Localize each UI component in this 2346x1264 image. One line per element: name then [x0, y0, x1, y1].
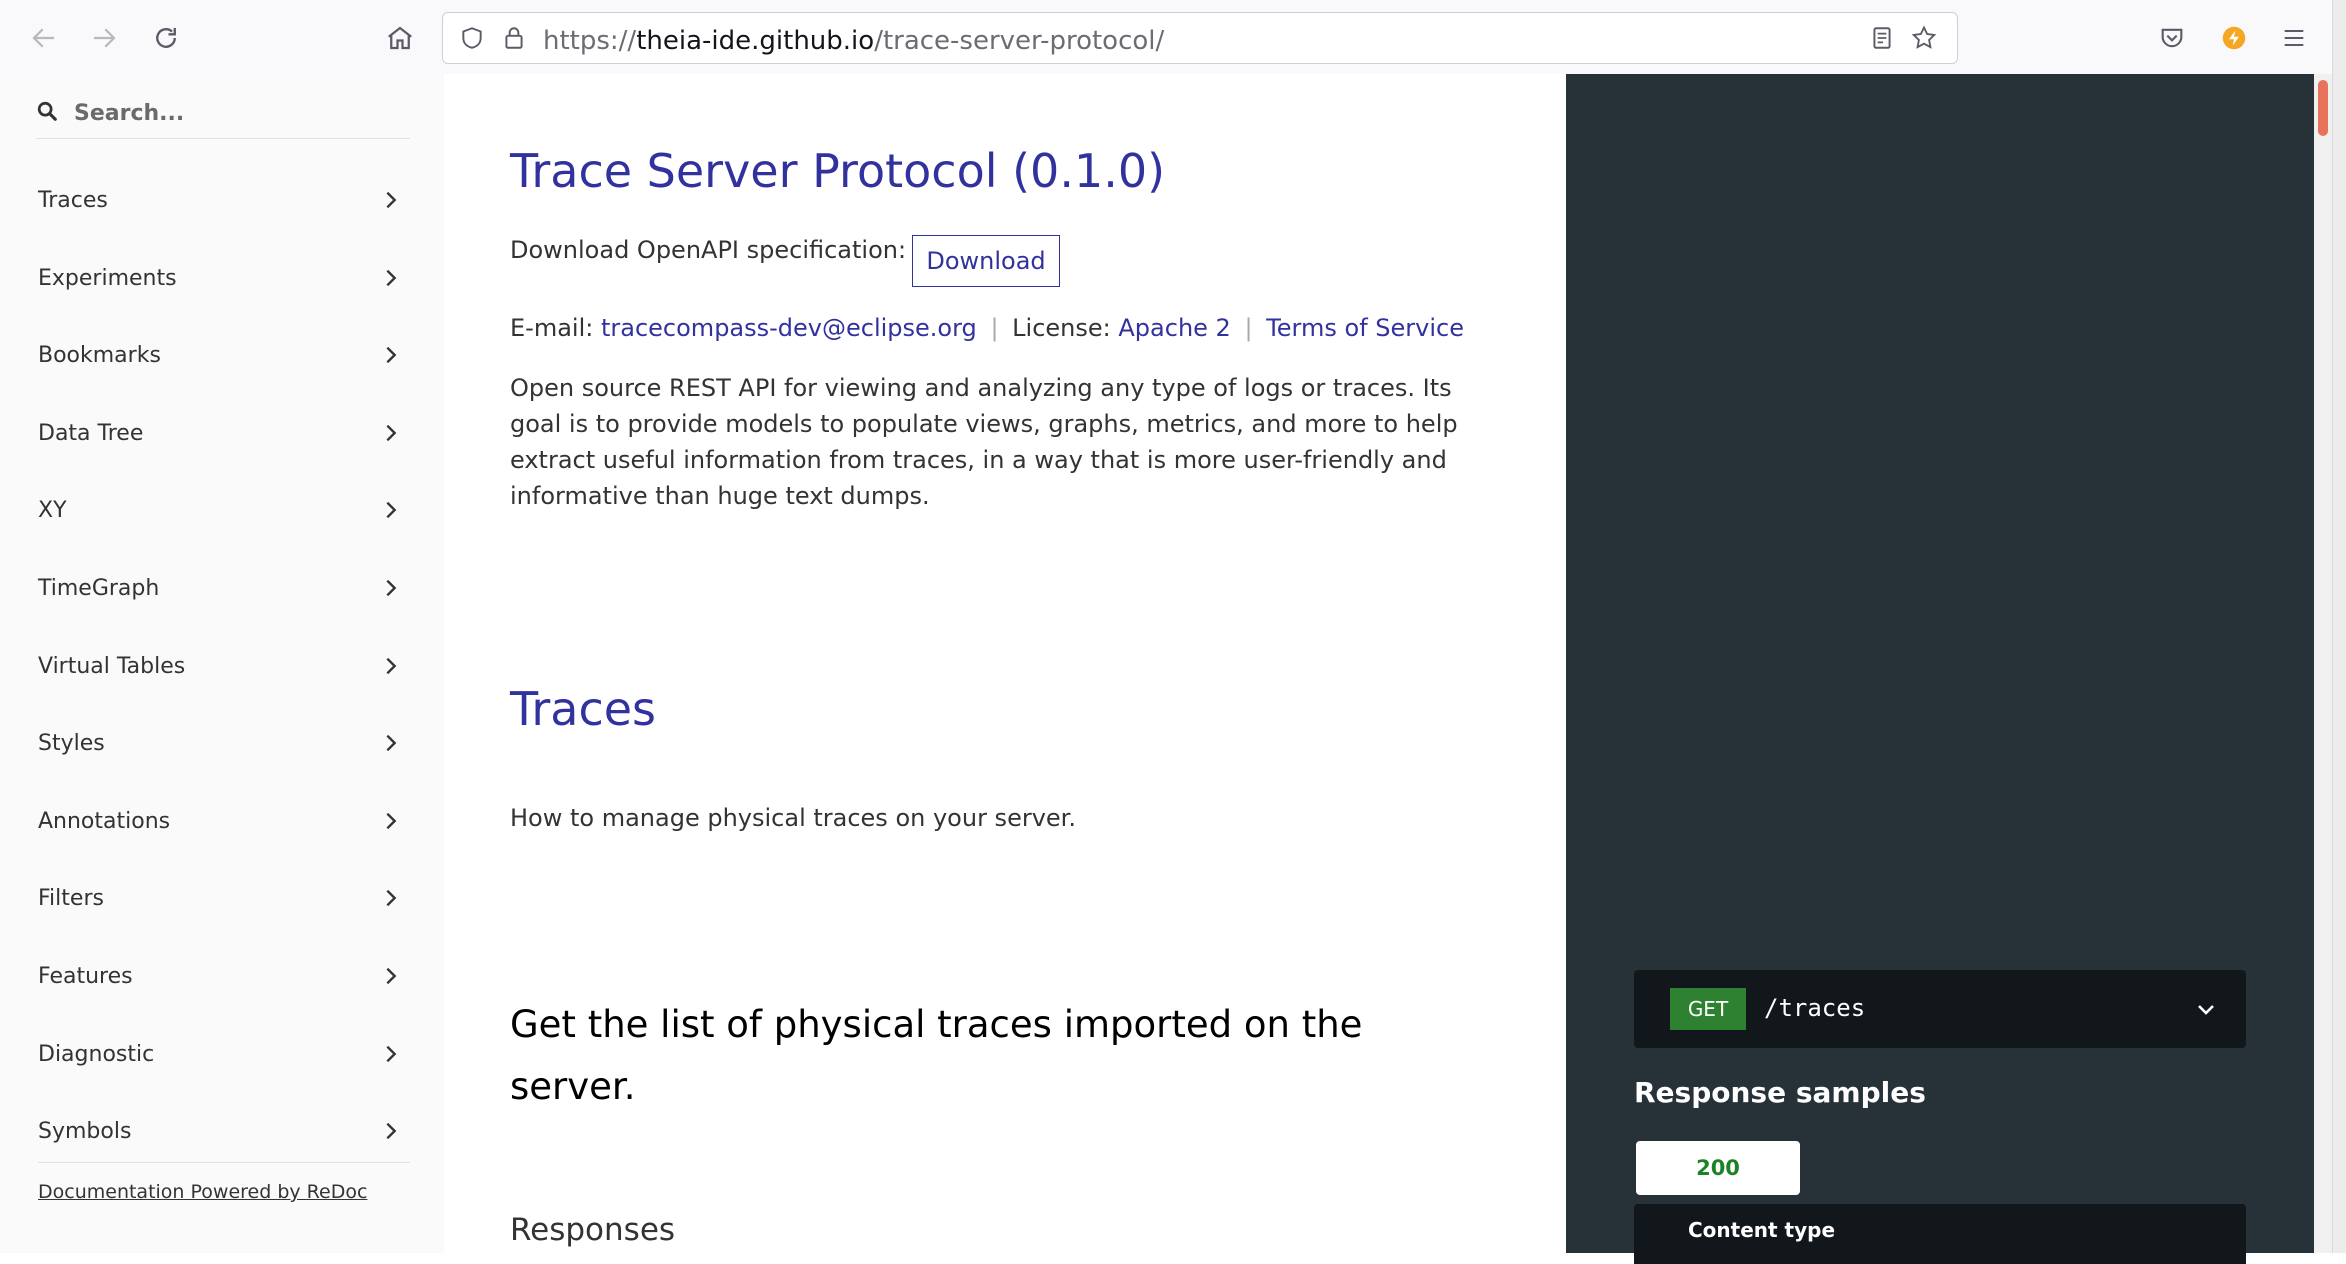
license-link[interactable]: Apache 2: [1118, 314, 1230, 342]
http-method-badge: GET: [1670, 988, 1746, 1030]
sidebar-item-label: Bookmarks: [38, 343, 161, 369]
reader-view-icon[interactable]: [1863, 19, 1901, 57]
endpoint-toggle[interactable]: GET /traces: [1634, 970, 2246, 1048]
api-info-row: E-mail: tracecompass-dev@eclipse.org | L…: [510, 314, 1464, 342]
operation-title: Get the list of physical traces imported…: [510, 1003, 1363, 1108]
sidebar-item-filters[interactable]: Filters: [0, 874, 444, 952]
chevron-right-icon: [380, 189, 402, 215]
search-input[interactable]: [72, 94, 406, 132]
sidebar-item-label: Experiments: [38, 265, 177, 291]
scrollbar-thumb[interactable]: [2318, 80, 2328, 136]
chevron-right-icon: [380, 422, 402, 448]
sidebar-menu: Traces Experiments Bookmarks Data Tree X…: [0, 176, 444, 1185]
url-text[interactable]: https://theia-ide.github.io/trace-server…: [543, 26, 1164, 56]
pocket-icon[interactable]: [2152, 18, 2192, 58]
chevron-right-icon: [380, 810, 402, 836]
extension-icon[interactable]: [2214, 18, 2254, 58]
sidebar-item-label: Filters: [38, 886, 104, 912]
content-type-box: Content type: [1634, 1204, 2246, 1264]
status-code-tab[interactable]: 200: [1636, 1141, 1800, 1195]
chevron-right-icon: [380, 1043, 402, 1069]
sidebar-item-label: Annotations: [38, 808, 171, 834]
reload-icon[interactable]: [146, 18, 186, 58]
sidebar-item-timegraph[interactable]: TimeGraph: [0, 564, 444, 642]
sidebar-item-symbols[interactable]: Symbols: [0, 1107, 444, 1185]
sidebar-item-annotations[interactable]: Annotations: [0, 797, 444, 875]
terms-of-service-link[interactable]: Terms of Service: [1266, 314, 1464, 342]
responses-heading: Responses: [510, 1212, 676, 1248]
forward-arrow-icon[interactable]: [84, 18, 124, 58]
email-label: E-mail:: [510, 314, 594, 342]
sidebar-item-data-tree[interactable]: Data Tree: [0, 409, 444, 487]
sidebar-item-label: Symbols: [38, 1119, 132, 1145]
page-scrollbar[interactable]: [2314, 74, 2332, 1253]
sidebar: Traces Experiments Bookmarks Data Tree X…: [0, 74, 444, 1253]
chevron-right-icon: [380, 732, 402, 758]
chevron-right-icon: [380, 887, 402, 913]
chevron-right-icon: [380, 655, 402, 681]
email-link[interactable]: tracecompass-dev@eclipse.org: [601, 314, 977, 342]
chevron-right-icon: [380, 1120, 402, 1146]
response-samples-heading: Response samples: [1634, 1076, 1926, 1109]
license-label: License:: [1012, 314, 1111, 342]
hamburger-menu-icon[interactable]: [2274, 18, 2314, 58]
search-box: [36, 90, 410, 139]
separator: |: [990, 314, 999, 342]
sidebar-item-styles[interactable]: Styles: [0, 719, 444, 797]
search-icon: [36, 100, 58, 126]
url-bar[interactable]: https://theia-ide.github.io/trace-server…: [442, 12, 1958, 64]
chevron-right-icon: [380, 577, 402, 603]
sidebar-item-label: Features: [38, 963, 133, 989]
window-edge: [2332, 0, 2346, 1253]
section-description: How to manage physical traces on your se…: [510, 804, 1076, 832]
sidebar-item-label: Virtual Tables: [38, 653, 186, 679]
sidebar-item-label: XY: [38, 498, 67, 524]
sidebar-divider: [38, 1162, 410, 1163]
chevron-right-icon: [380, 499, 402, 525]
chevron-right-icon: [380, 344, 402, 370]
chevron-right-icon: [380, 965, 402, 991]
download-label: Download OpenAPI specification:: [510, 236, 907, 264]
chevron-right-icon: [380, 267, 402, 293]
endpoint-path: /traces: [1764, 994, 1866, 1022]
sidebar-item-label: Data Tree: [38, 420, 144, 446]
sidebar-item-features[interactable]: Features: [0, 952, 444, 1030]
back-arrow-icon[interactable]: [24, 18, 64, 58]
tracking-shield-icon[interactable]: [453, 19, 491, 57]
sidebar-item-virtual-tables[interactable]: Virtual Tables: [0, 642, 444, 720]
home-icon[interactable]: [380, 18, 420, 58]
api-description: Open source REST API for viewing and ana…: [510, 374, 1458, 510]
sidebar-item-diagnostic[interactable]: Diagnostic: [0, 1030, 444, 1108]
bookmark-star-icon[interactable]: [1905, 19, 1943, 57]
lock-icon[interactable]: [495, 19, 533, 57]
sidebar-item-traces[interactable]: Traces: [0, 176, 444, 254]
chevron-down-icon: [2194, 998, 2218, 1026]
page-title: Trace Server Protocol (0.1.0): [510, 144, 1166, 198]
sidebar-item-label: TimeGraph: [38, 575, 160, 601]
browser-toolbar: https://theia-ide.github.io/trace-server…: [0, 0, 2346, 75]
main-content: Trace Server Protocol (0.1.0) Download O…: [444, 74, 1566, 1253]
sidebar-item-label: Styles: [38, 731, 105, 757]
separator: |: [1244, 314, 1253, 342]
sidebar-item-experiments[interactable]: Experiments: [0, 254, 444, 332]
redoc-powered-link[interactable]: Documentation Powered by ReDoc: [38, 1181, 367, 1203]
sidebar-item-label: Diagnostic: [38, 1041, 155, 1067]
right-code-panel: GET /traces Response samples 200 Content…: [1566, 74, 2314, 1264]
download-button[interactable]: Download: [912, 235, 1060, 287]
sidebar-item-xy[interactable]: XY: [0, 486, 444, 564]
section-title-traces: Traces: [510, 682, 656, 736]
content-type-label: Content type: [1688, 1218, 1836, 1242]
sidebar-item-label: Traces: [38, 188, 108, 213]
sidebar-item-bookmarks[interactable]: Bookmarks: [0, 331, 444, 409]
